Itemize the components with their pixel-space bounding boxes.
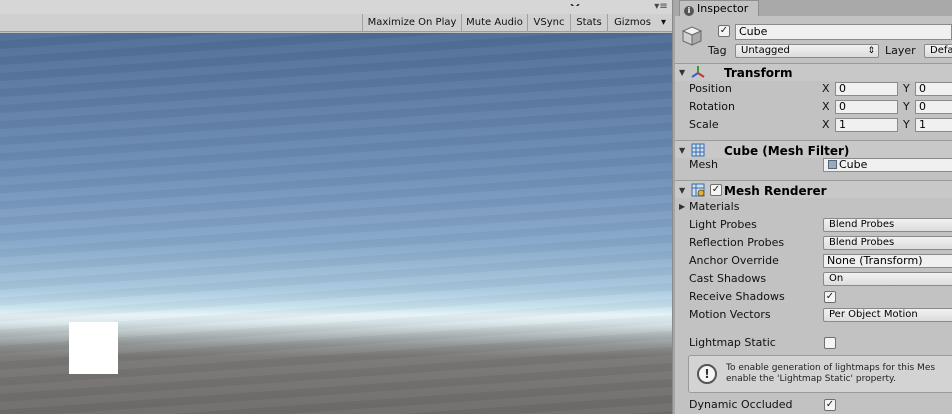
info-icon: i [684, 6, 694, 16]
motion-vectors-label: Motion Vectors [689, 308, 771, 321]
reflection-probes-label: Reflection Probes [689, 236, 785, 249]
cast-shadows-dropdown[interactable]: On [823, 272, 952, 286]
gameobject-active-checkbox[interactable]: ✓ [718, 25, 730, 37]
inspector-panel: i Inspector ✓ Cube Tag Untagged ⇕ Layer D… [675, 0, 952, 414]
transform-title: Transform [724, 66, 793, 80]
mesh-renderer-enabled-checkbox[interactable]: ✓ [710, 184, 722, 196]
position-x-axis-label: X [822, 82, 830, 95]
tag-dropdown[interactable]: Untagged ⇕ [735, 44, 879, 58]
gizmos-dropdown-arrow-icon[interactable]: ▾ [657, 14, 670, 32]
mesh-icon [828, 160, 837, 169]
gameobject-cube-icon [681, 25, 703, 47]
scale-y-axis-label: Y [903, 118, 910, 131]
stats-button[interactable]: Stats [570, 14, 607, 32]
position-y-axis-label: Y [903, 82, 910, 95]
mesh-label: Mesh [689, 158, 718, 171]
light-probes-dropdown[interactable]: Blend Probes [823, 218, 952, 232]
maximize-on-play-button[interactable]: Maximize On Play [362, 14, 461, 32]
game-render-viewport[interactable] [0, 33, 672, 414]
transform-header[interactable] [675, 63, 952, 81]
cast-shadows-label: Cast Shadows [689, 272, 767, 285]
materials-foldout-icon[interactable]: ▶ [679, 203, 687, 211]
lightmap-help-box: ! To enable generation of lightmaps for … [688, 355, 952, 393]
dropdown-arrows-icon: ⇕ [867, 46, 875, 56]
light-probes-label: Light Probes [689, 218, 757, 231]
position-y-input[interactable]: 0 [915, 82, 952, 96]
dynamic-occluded-label: Dynamic Occluded [689, 398, 793, 411]
tab-inspector-label: Inspector [697, 2, 749, 15]
scale-y-input[interactable]: 1 [915, 118, 952, 132]
game-view-tab-strip: ▾≡ [0, 0, 672, 14]
scale-x-input[interactable]: 1 [835, 118, 898, 132]
gameobject-name-input[interactable]: Cube [735, 24, 952, 40]
panel-menu-icon[interactable]: ▾≡ [654, 0, 668, 14]
materials-label[interactable]: Materials [689, 200, 739, 214]
help-text-line-2: enable the 'Lightmap Static' property. [726, 374, 896, 384]
layer-label: Layer [885, 44, 916, 57]
rotation-x-axis-label: X [822, 100, 830, 113]
scale-label: Scale [689, 118, 719, 131]
mesh-object-field[interactable]: Cube [823, 158, 952, 172]
game-view-toolbar: Maximize On Play Mute Audio VSync Stats … [0, 14, 672, 32]
mute-audio-button[interactable]: Mute Audio [461, 14, 527, 32]
gizmos-button[interactable]: Gizmos [607, 14, 657, 32]
help-text: To enable generation of lightmaps for th… [726, 363, 935, 385]
tag-value: Untagged [741, 45, 790, 56]
mesh-filter-title: Cube (Mesh Filter) [724, 144, 850, 158]
mesh-renderer-title: Mesh Renderer [724, 184, 827, 198]
game-view: ▾≡ Maximize On Play Mute Audio VSync Sta… [0, 0, 672, 414]
layer-dropdown[interactable]: Defa [924, 44, 952, 58]
mesh-renderer-icon [691, 183, 705, 197]
transform-axes-icon [691, 65, 705, 79]
position-label: Position [689, 82, 732, 95]
receive-shadows-label: Receive Shadows [689, 290, 785, 303]
transform-foldout-icon[interactable]: ▼ [679, 69, 687, 77]
rotation-y-input[interactable]: 0 [915, 100, 952, 114]
mesh-renderer-foldout-icon[interactable]: ▼ [679, 187, 687, 195]
help-text-line-1: To enable generation of lightmaps for th… [726, 363, 936, 373]
dynamic-occluded-checkbox[interactable]: ✓ [824, 399, 836, 411]
rotation-x-input[interactable]: 0 [835, 100, 898, 114]
tab-inspector[interactable]: i Inspector [679, 0, 759, 16]
anchor-override-field[interactable]: None (Transform) [823, 254, 952, 268]
tag-label: Tag [708, 44, 727, 57]
motion-vectors-dropdown[interactable]: Per Object Motion [823, 308, 952, 322]
reflection-probes-dropdown[interactable]: Blend Probes [823, 236, 952, 250]
rotation-label: Rotation [689, 100, 736, 113]
cube-object [69, 322, 118, 374]
mesh-filter-foldout-icon[interactable]: ▼ [679, 147, 687, 155]
mesh-filter-grid-icon [691, 143, 705, 157]
vsync-button[interactable]: VSync [527, 14, 570, 32]
anchor-override-label: Anchor Override [689, 254, 779, 267]
position-x-input[interactable]: 0 [835, 82, 898, 96]
scale-x-axis-label: X [822, 118, 830, 131]
mouse-cursor-icon [570, 0, 582, 6]
lightmap-static-checkbox[interactable] [824, 337, 836, 349]
mesh-value: Cube [839, 158, 868, 171]
lightmap-static-label: Lightmap Static [689, 336, 776, 349]
receive-shadows-checkbox[interactable]: ✓ [824, 291, 836, 303]
rotation-y-axis-label: Y [903, 100, 910, 113]
info-warning-icon: ! [697, 364, 717, 384]
inspector-tab-bar: i Inspector [675, 0, 952, 16]
